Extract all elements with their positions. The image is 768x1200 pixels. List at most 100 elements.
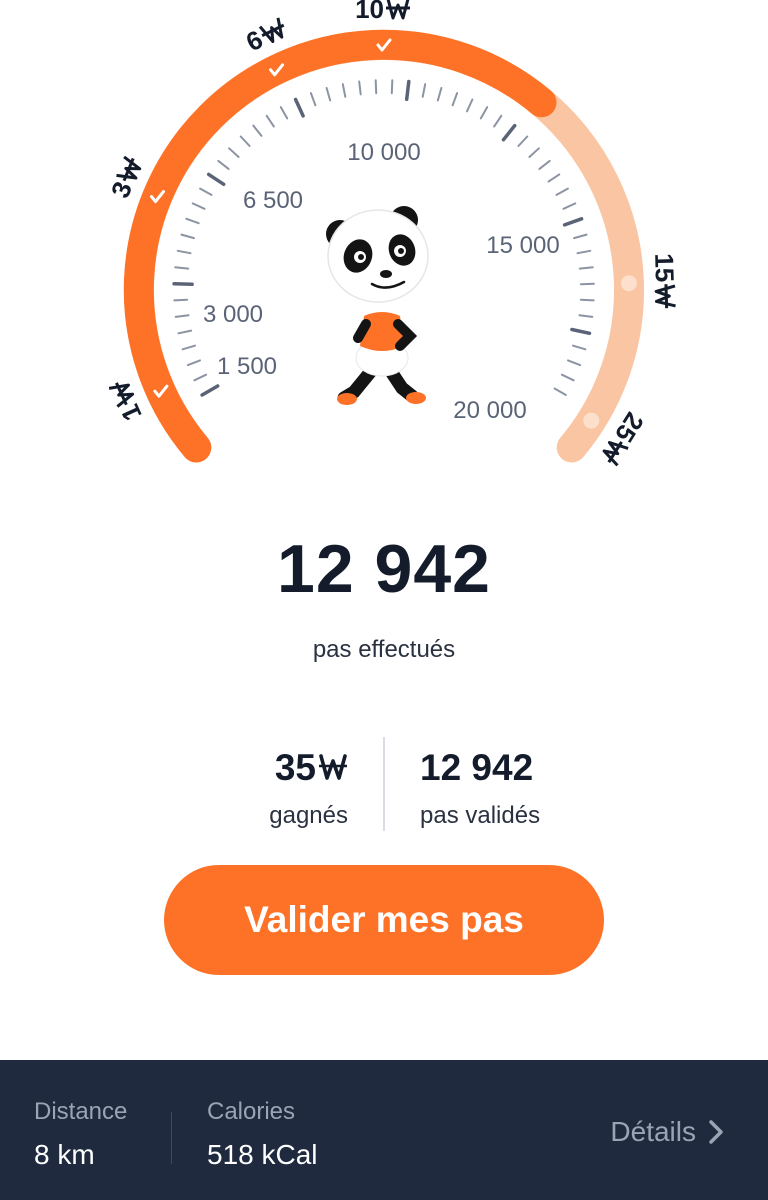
gauge-minor-tick (547, 173, 561, 183)
gauge-minor-tick (239, 135, 251, 147)
gauge-scale-label: 10 000 (347, 139, 420, 166)
gauge-minor-tick (358, 80, 362, 96)
gauge-major-tick (404, 79, 411, 102)
gauge-minor-tick (186, 359, 201, 367)
gauge-minor-tick (181, 344, 196, 351)
gauge-minor-tick (177, 329, 193, 335)
gauge-minor-tick (217, 159, 230, 170)
calories-label: Calories (207, 1098, 296, 1125)
stats-divider (383, 737, 385, 831)
milestone-label: 15 (649, 253, 680, 309)
gauge-minor-tick (517, 135, 529, 147)
gauge-major-tick (293, 97, 305, 118)
gauge-minor-tick (174, 266, 190, 270)
gauge-scale-label: 3 000 (203, 301, 263, 328)
activity-footer: Distance 8 km Calories 518 kCal Détails (0, 1060, 768, 1200)
gauge-minor-tick (572, 344, 587, 351)
earned-stat: 35 gagnés (88, 735, 348, 831)
gauge-minor-tick (560, 373, 575, 382)
gauge-minor-tick (374, 79, 378, 95)
gauge-minor-tick (493, 114, 503, 128)
gauge-major-tick (570, 327, 592, 336)
gauge-major-tick (562, 217, 584, 227)
gauge-minor-tick (173, 298, 189, 302)
distance-value: 8 km (34, 1139, 95, 1170)
chevron-right-icon (708, 1119, 724, 1145)
gauge-major-tick (501, 123, 517, 142)
gauge-minor-tick (325, 87, 332, 102)
gauge-minor-tick (279, 106, 289, 120)
gauge-minor-tick (421, 83, 427, 98)
milestone-label: 1 (108, 382, 148, 425)
gauge-minor-tick (341, 83, 347, 98)
milestone-value: 3 (105, 177, 138, 202)
gauge-minor-tick (562, 202, 577, 210)
gauge-minor-tick (309, 92, 317, 107)
step-count: 12 942 (277, 531, 491, 607)
gauge-scale-label: 20 000 (453, 397, 526, 424)
details-link[interactable]: Détails (610, 1116, 724, 1148)
gauge-major-tick (200, 384, 220, 397)
validated-label: pas validés (420, 802, 541, 829)
calories-stat: Calories 518 kCal (207, 1096, 318, 1178)
earned-value-line: 35 (88, 735, 348, 801)
gauge-minor-tick (451, 92, 459, 107)
gauge-minor-tick (567, 359, 582, 367)
panda-walking-mascot (326, 206, 429, 405)
validated-value: 12 942 (420, 747, 534, 788)
gauge-minor-tick (579, 298, 595, 302)
won-sign-icon (386, 0, 410, 20)
won-sign-icon (258, 17, 285, 44)
gauge-minor-tick (528, 147, 540, 158)
stats-row: 35 gagnés 12 942 pas validés (0, 735, 768, 835)
gauge-minor-tick (174, 314, 190, 318)
milestone-value: 10 (355, 0, 384, 24)
gauge-scale-label: 6 500 (243, 187, 303, 214)
gauge-minor-tick (436, 87, 443, 102)
gauge-minor-tick (578, 266, 594, 270)
distance-label: Distance (34, 1098, 128, 1125)
footer-divider (171, 1112, 172, 1164)
milestone-label: 3 (105, 155, 142, 202)
gauge-minor-tick (466, 98, 474, 113)
gauge-scale-label: 15 000 (486, 232, 559, 259)
milestone-dot-icon (620, 275, 637, 292)
gauge-minor-tick (228, 147, 240, 158)
gauge-minor-tick (185, 217, 200, 225)
gauge-minor-tick (176, 249, 192, 255)
gauge-minor-tick (252, 124, 263, 137)
gauge-minor-tick (555, 187, 569, 196)
won-sign-icon (654, 284, 676, 309)
gauge-major-tick (172, 282, 194, 287)
gauge-minor-tick (199, 187, 213, 196)
gauge-minor-tick (193, 373, 208, 382)
gauge-minor-tick (180, 233, 195, 240)
gauge-minor-tick (576, 249, 592, 255)
validate-steps-button[interactable]: Valider mes pas (164, 865, 604, 975)
distance-stat: Distance 8 km (34, 1096, 127, 1178)
gauge-minor-tick (553, 387, 567, 396)
milestone-label: 10 (355, 0, 410, 24)
gauge-scale-label: 1 500 (217, 353, 277, 380)
calories-value: 518 kCal (207, 1139, 318, 1170)
gauge-minor-tick (538, 159, 551, 170)
earned-label: gagnés (269, 802, 348, 829)
gauge-minor-tick (479, 106, 489, 120)
gauge-minor-tick (191, 202, 206, 210)
won-sign-icon (116, 155, 142, 182)
gauge-major-tick (206, 172, 226, 187)
milestone-value: 15 (649, 253, 680, 283)
details-label: Détails (610, 1116, 696, 1147)
step-count-caption: pas effectués (312, 636, 456, 663)
earned-value: 35 (274, 747, 316, 788)
step-gauge: 136101525 1 5003 0006 50010 00015 00020 … (105, 0, 680, 467)
gauge-minor-tick (265, 114, 275, 128)
milestone-dot-icon (583, 412, 600, 429)
milestone-value: 25 (609, 407, 650, 447)
gauge-minor-tick (573, 233, 588, 240)
won-sign-icon (319, 754, 347, 780)
won-sign-icon (108, 382, 135, 408)
validated-stat: 12 942 pas validés (420, 735, 680, 831)
gauge-minor-tick (578, 314, 594, 318)
gauge-minor-tick (390, 79, 394, 95)
